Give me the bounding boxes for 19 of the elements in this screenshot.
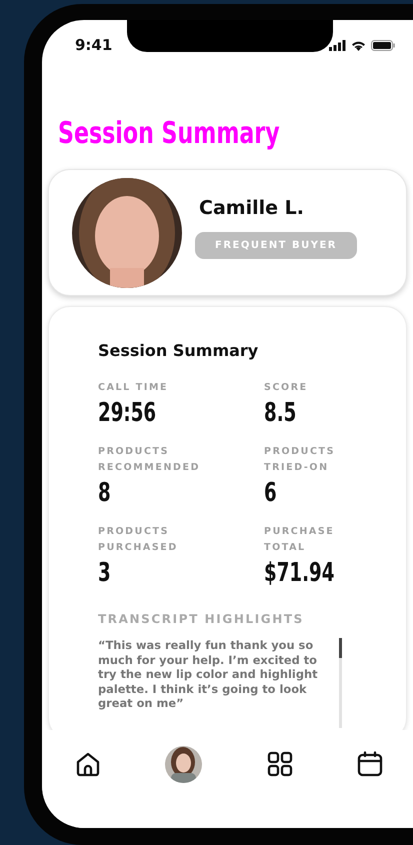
stat-value: $71.94: [264, 558, 334, 588]
stat-label: PRODUCTS TRIED-ON: [264, 445, 336, 475]
page-title: Session Summary: [58, 116, 280, 151]
stat-label: SCORE: [264, 381, 309, 395]
stat-label: PRODUCTS PURCHASED: [98, 525, 179, 555]
stat-value: 29:56: [98, 398, 156, 428]
stat-value: 8: [98, 478, 111, 508]
stat-label: PRODUCTS RECOMMENDED: [98, 445, 202, 475]
stat-label: PURCHASE TOTAL: [264, 525, 336, 555]
stat-label: CALL TIME: [98, 381, 170, 395]
status-badge: FREQUENT BUYER: [195, 232, 358, 258]
card-heading: Session Summary: [98, 341, 260, 360]
stat-value: 6: [264, 478, 277, 508]
transcript-quote: “This was really fun thank you so much for your help. I’m excited to try the new lip color and highlight palette. I think it’s going to look great on me”: [98, 638, 319, 712]
stat-value: 8.5: [264, 398, 296, 428]
customer-name: Camille L.: [198, 196, 304, 218]
stat-value: 3: [98, 558, 111, 588]
section-heading: TRANSCRIPT HIGHLIGHTS: [98, 612, 305, 626]
clock-time: 9:41: [75, 36, 112, 54]
